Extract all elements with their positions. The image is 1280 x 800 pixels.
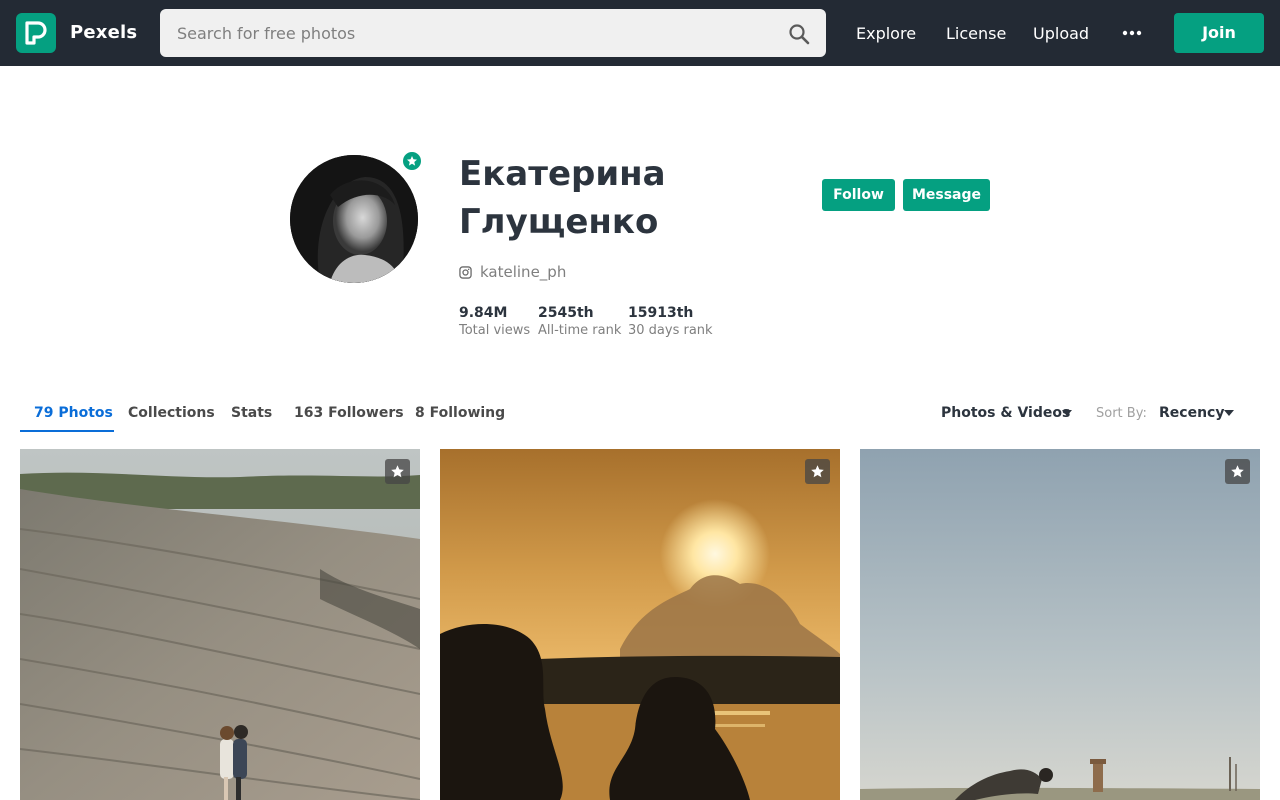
tab-following[interactable]: 8 Following bbox=[415, 405, 505, 421]
star-icon bbox=[1231, 465, 1244, 478]
media-type-dropdown[interactable]: Photos & Videos bbox=[941, 405, 1070, 421]
tab-photos[interactable]: 79 Photos bbox=[34, 405, 113, 421]
search-icon[interactable] bbox=[788, 23, 810, 45]
star-icon bbox=[811, 465, 824, 478]
top-nav-bar: Pexels Explore License Upload Join bbox=[0, 0, 1280, 66]
photo-image bbox=[860, 449, 1260, 800]
search-bar bbox=[160, 9, 826, 57]
more-horizontal-icon[interactable] bbox=[1121, 25, 1143, 41]
active-tab-indicator bbox=[20, 430, 114, 432]
stat-30-days-rank: 15913th 30 days rank bbox=[628, 304, 713, 340]
stat-all-time-rank: 2545th All-time rank bbox=[538, 304, 621, 340]
nav-upload-link[interactable]: Upload bbox=[1033, 24, 1089, 43]
profile-name: Екатерина Глущенко bbox=[459, 154, 666, 242]
tab-stats[interactable]: Stats bbox=[231, 405, 272, 421]
stat-value: 2545th bbox=[538, 305, 594, 321]
stat-value: 9.84M bbox=[459, 305, 508, 321]
photo-card[interactable] bbox=[440, 449, 840, 800]
chevron-down-icon[interactable] bbox=[1062, 410, 1072, 416]
chevron-down-icon[interactable] bbox=[1224, 410, 1234, 416]
stat-label: All-time rank bbox=[538, 323, 622, 338]
join-button[interactable]: Join bbox=[1174, 13, 1264, 53]
instagram-handle[interactable]: kateline_ph bbox=[480, 263, 566, 281]
pexels-logo-icon[interactable] bbox=[16, 13, 56, 53]
avatar[interactable] bbox=[290, 155, 418, 283]
tab-collections[interactable]: Collections bbox=[128, 405, 215, 421]
search-input[interactable] bbox=[160, 9, 770, 57]
sort-dropdown[interactable]: Recency bbox=[1159, 405, 1224, 421]
photo-image bbox=[20, 449, 420, 800]
star-badge-icon bbox=[401, 150, 423, 172]
collect-star-button[interactable] bbox=[805, 459, 830, 484]
avatar-image bbox=[290, 155, 418, 283]
stat-label: Total views bbox=[459, 323, 531, 338]
photo-image bbox=[440, 449, 840, 800]
stat-label: 30 days rank bbox=[628, 323, 713, 338]
sort-by-label: Sort By: bbox=[1096, 406, 1147, 421]
photo-card[interactable] bbox=[860, 449, 1260, 800]
photo-card[interactable] bbox=[20, 449, 420, 800]
instagram-link[interactable]: kateline_ph bbox=[459, 263, 566, 281]
stat-value: 15913th bbox=[628, 305, 694, 321]
stat-total-views: 9.84M Total views bbox=[459, 304, 530, 340]
nav-license-link[interactable]: License bbox=[946, 24, 1006, 43]
follow-button[interactable]: Follow bbox=[822, 179, 895, 211]
nav-explore-link[interactable]: Explore bbox=[856, 24, 916, 43]
collect-star-button[interactable] bbox=[385, 459, 410, 484]
collect-star-button[interactable] bbox=[1225, 459, 1250, 484]
brand-name[interactable]: Pexels bbox=[70, 22, 137, 43]
message-button[interactable]: Message bbox=[903, 179, 990, 211]
instagram-icon bbox=[459, 265, 472, 279]
tab-followers[interactable]: 163 Followers bbox=[294, 405, 404, 421]
star-icon bbox=[391, 465, 404, 478]
